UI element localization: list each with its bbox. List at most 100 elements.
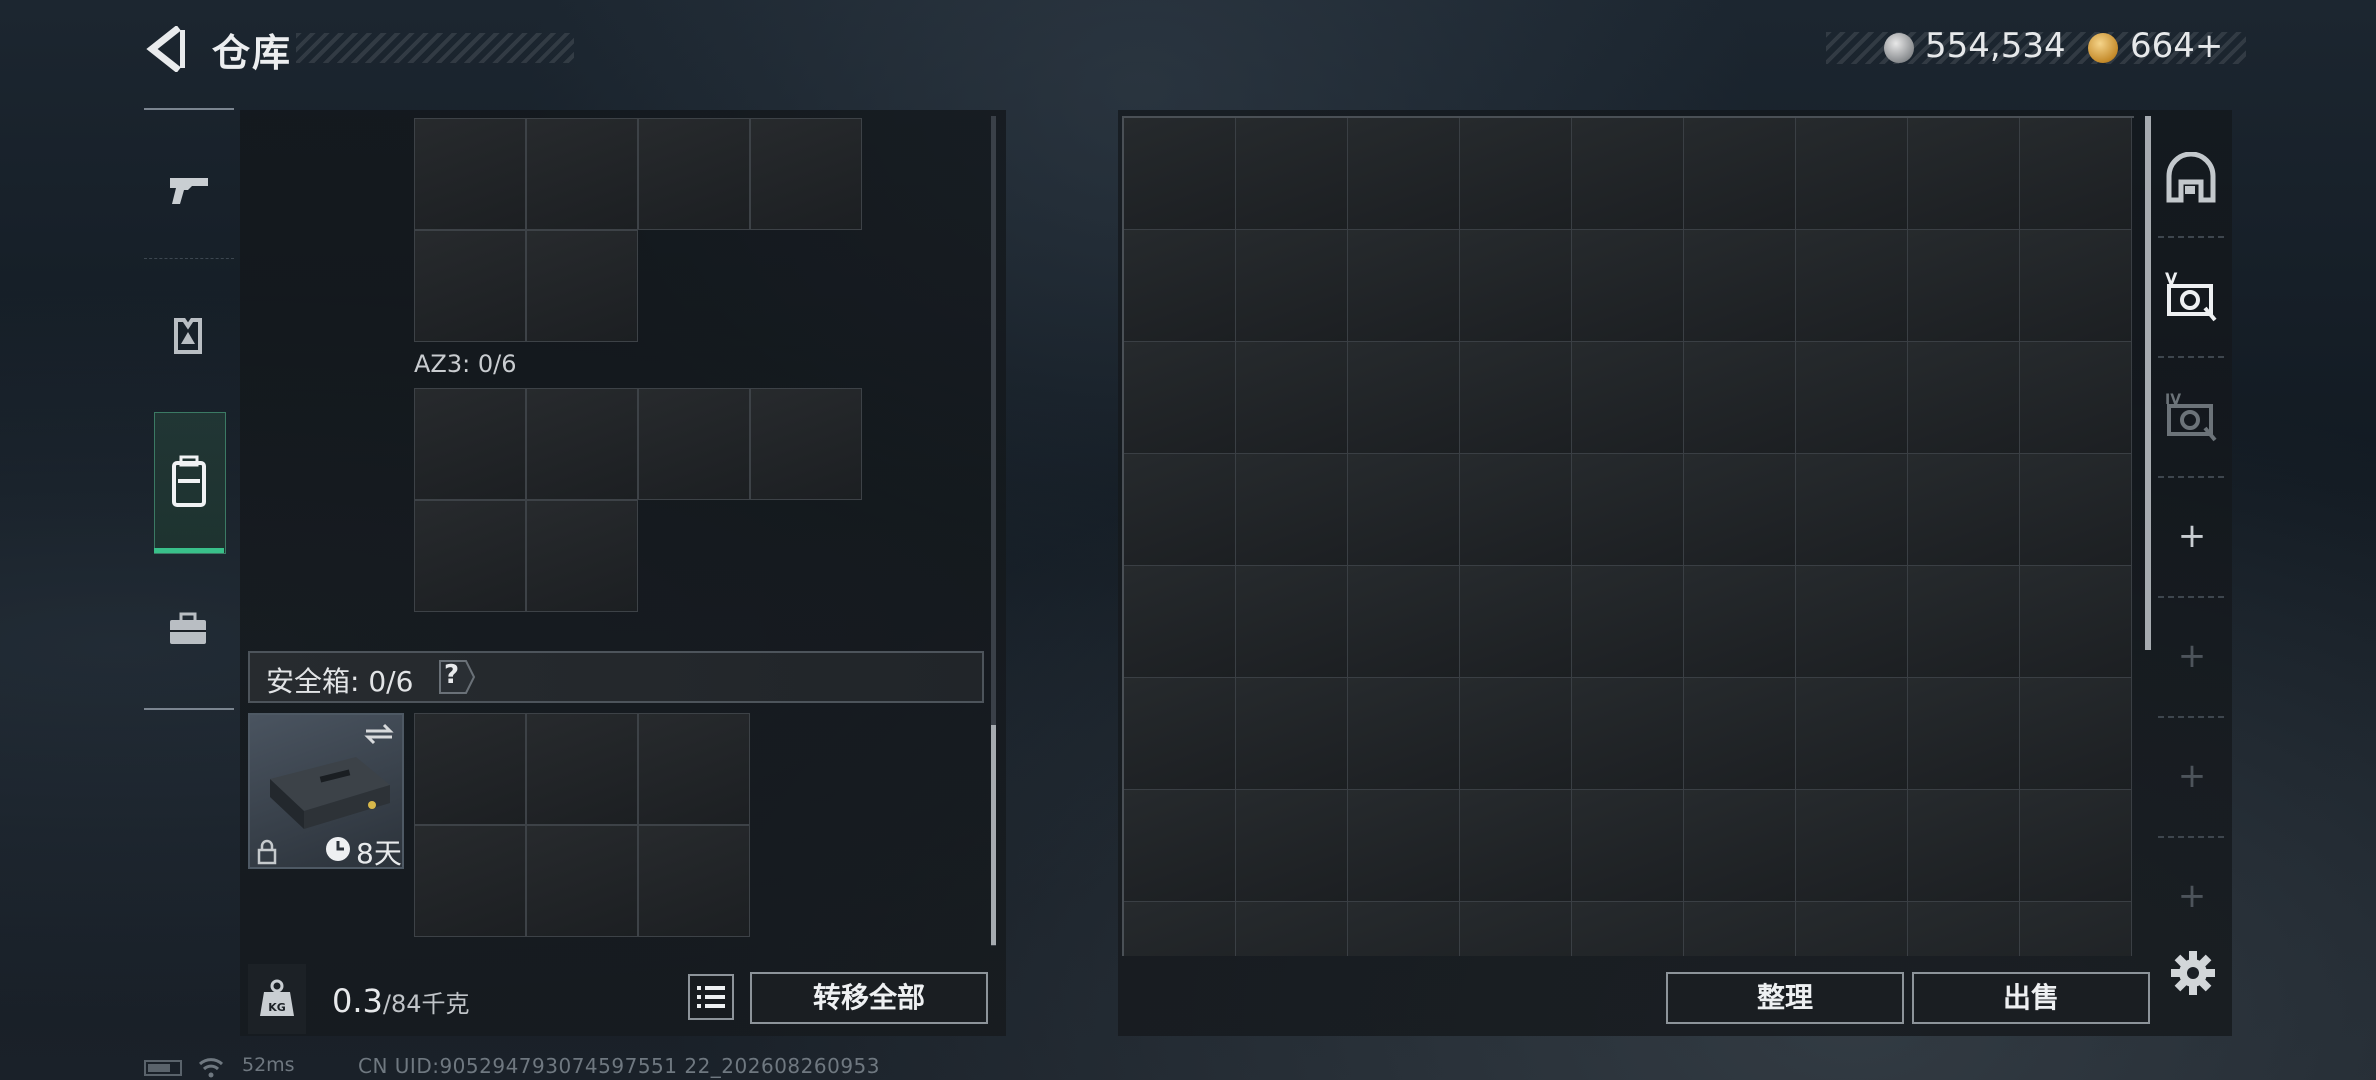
inventory-slot[interactable] <box>526 230 638 342</box>
storage-slot[interactable] <box>2020 454 2132 566</box>
storage-slot[interactable] <box>1572 902 1684 956</box>
sell-button[interactable]: 出售 <box>1912 972 2150 1024</box>
safe-box-slot[interactable] <box>414 713 526 825</box>
storage-slot[interactable] <box>1124 566 1236 678</box>
backpack-scrollbar-thumb[interactable] <box>991 725 996 945</box>
storage-slot[interactable] <box>2020 230 2132 342</box>
inventory-slot[interactable] <box>750 118 862 230</box>
storage-slot[interactable] <box>1572 566 1684 678</box>
safe-box-slot[interactable] <box>638 713 750 825</box>
storage-slot[interactable] <box>1796 902 1908 956</box>
storage-slot[interactable] <box>1236 230 1348 342</box>
storage-slot[interactable] <box>1572 118 1684 230</box>
storage-slot[interactable] <box>1684 566 1796 678</box>
storage-slot[interactable] <box>1908 678 2020 790</box>
storage-slot[interactable] <box>1684 790 1796 902</box>
storage-slot[interactable] <box>1348 566 1460 678</box>
storage-slot[interactable] <box>2020 342 2132 454</box>
storage-slot[interactable] <box>1124 678 1236 790</box>
storage-slot[interactable] <box>1684 678 1796 790</box>
safe-box-slot[interactable] <box>414 825 526 937</box>
storage-slot[interactable] <box>1460 790 1572 902</box>
storage-slot[interactable] <box>1124 902 1236 956</box>
storage-slot[interactable] <box>1236 118 1348 230</box>
storage-slot[interactable] <box>1348 454 1460 566</box>
inventory-slot[interactable] <box>414 230 526 342</box>
back-arrow-icon[interactable] <box>142 26 186 72</box>
list-view-button[interactable] <box>688 974 734 1020</box>
storage-slot[interactable] <box>2020 566 2132 678</box>
storage-slot[interactable] <box>1572 790 1684 902</box>
storage-slot[interactable] <box>1460 902 1572 956</box>
storage-slot[interactable] <box>1684 118 1796 230</box>
help-question-mark[interactable]: ? <box>444 660 459 690</box>
storage-slot[interactable] <box>1684 342 1796 454</box>
storage-slot[interactable] <box>1236 790 1348 902</box>
pistol-icon[interactable] <box>158 160 218 220</box>
storage-slot[interactable] <box>1460 118 1572 230</box>
storage-slot[interactable] <box>1124 230 1236 342</box>
stash-iv-icon[interactable]: IV <box>2163 388 2219 444</box>
inventory-slot[interactable] <box>414 118 526 230</box>
storage-slot[interactable] <box>1908 902 2020 956</box>
storage-slot[interactable] <box>1908 118 2020 230</box>
storage-slot[interactable] <box>1572 678 1684 790</box>
storage-slot[interactable] <box>1348 342 1460 454</box>
storage-slot[interactable] <box>1796 566 1908 678</box>
storage-slot[interactable] <box>1796 678 1908 790</box>
storage-slot[interactable] <box>1460 342 1572 454</box>
storage-slot[interactable] <box>1236 342 1348 454</box>
storage-slot[interactable] <box>1796 118 1908 230</box>
storage-slot[interactable] <box>1236 902 1348 956</box>
storage-slot[interactable] <box>1460 230 1572 342</box>
storage-slot[interactable] <box>1908 790 2020 902</box>
inventory-slot[interactable] <box>638 118 750 230</box>
storage-slot[interactable] <box>1348 230 1460 342</box>
storage-slot[interactable] <box>1684 902 1796 956</box>
swap-arrows-icon[interactable] <box>362 721 396 747</box>
storage-slot[interactable] <box>1908 230 2020 342</box>
inventory-slot[interactable] <box>414 388 526 500</box>
storage-slot[interactable] <box>2020 118 2132 230</box>
gear-icon[interactable] <box>2170 950 2216 996</box>
add-icon[interactable]: + <box>2177 516 2207 556</box>
storage-slot[interactable] <box>1908 454 2020 566</box>
storage-slot[interactable] <box>1796 230 1908 342</box>
gold-currency-amount[interactable]: 664+ <box>2130 26 2223 66</box>
storage-slot[interactable] <box>1572 454 1684 566</box>
storage-arch-icon[interactable] <box>2163 152 2219 208</box>
storage-slot[interactable] <box>1908 342 2020 454</box>
storage-slot[interactable] <box>1348 902 1460 956</box>
inventory-slot[interactable] <box>638 388 750 500</box>
sort-button[interactable]: 整理 <box>1666 972 1904 1024</box>
inventory-slot[interactable] <box>526 500 638 612</box>
storage-slot[interactable] <box>1684 454 1796 566</box>
transfer-all-button[interactable]: 转移全部 <box>750 972 988 1024</box>
armor-vest-icon[interactable] <box>158 306 218 366</box>
stash-v-icon[interactable]: V <box>2163 268 2219 324</box>
storage-slot[interactable] <box>1124 790 1236 902</box>
storage-slot[interactable] <box>2020 790 2132 902</box>
storage-slot[interactable] <box>1572 230 1684 342</box>
storage-slot[interactable] <box>1908 566 2020 678</box>
storage-slot[interactable] <box>1124 118 1236 230</box>
inventory-slot[interactable] <box>414 500 526 612</box>
storage-slot[interactable] <box>1796 790 1908 902</box>
gold-coin-icon[interactable] <box>2088 33 2118 63</box>
safe-box-slot[interactable] <box>526 713 638 825</box>
storage-slot[interactable] <box>2020 678 2132 790</box>
inventory-slot[interactable] <box>526 118 638 230</box>
storage-slot[interactable] <box>1236 566 1348 678</box>
storage-slot[interactable] <box>1796 342 1908 454</box>
inventory-slot[interactable] <box>750 388 862 500</box>
briefcase-icon[interactable] <box>158 600 218 660</box>
storage-slot[interactable] <box>1796 454 1908 566</box>
storage-slot[interactable] <box>1460 566 1572 678</box>
storage-slot[interactable] <box>1236 454 1348 566</box>
storage-slot[interactable] <box>1348 118 1460 230</box>
safe-box-slot[interactable] <box>526 825 638 937</box>
storage-slot[interactable] <box>1124 342 1236 454</box>
storage-slot[interactable] <box>1460 454 1572 566</box>
safe-box-slot[interactable] <box>638 825 750 937</box>
storage-scrollbar-thumb[interactable] <box>2145 116 2151 650</box>
